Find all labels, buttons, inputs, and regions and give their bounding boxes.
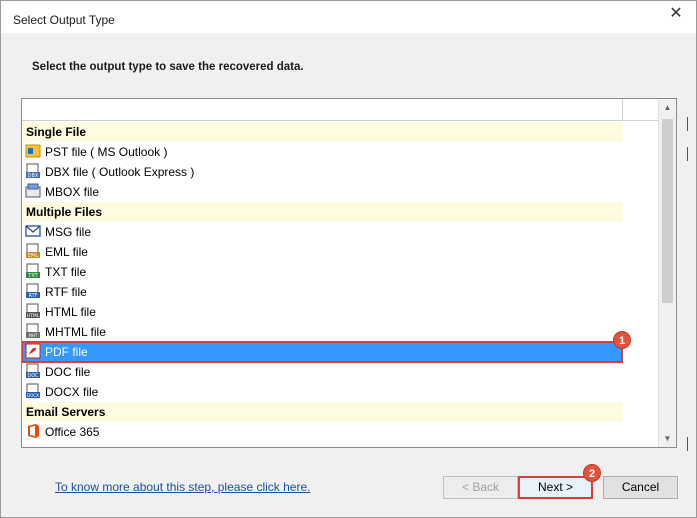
svg-text:MHT: MHT — [29, 333, 38, 338]
list-item[interactable]: Office 365 — [22, 422, 658, 442]
scrollbar-thumb[interactable] — [662, 119, 673, 303]
svg-text:TXT: TXT — [27, 273, 38, 279]
step-badge-2: 2 — [583, 464, 601, 482]
cancel-button[interactable]: Cancel — [603, 476, 678, 499]
list-item[interactable]: DOC DOC file — [22, 362, 658, 382]
svg-text:DBX: DBX — [28, 173, 39, 179]
svg-text:DOC: DOC — [27, 373, 39, 379]
list-item[interactable]: DBX DBX file ( Outlook Express ) — [22, 162, 658, 182]
txt-icon: TXT — [25, 263, 41, 279]
close-icon[interactable]: ✕ — [666, 5, 686, 25]
list-item[interactable]: DOCX DOCX file — [22, 382, 658, 402]
list-group-header: Single File — [22, 122, 623, 142]
list-item-label: MBOX file — [45, 185, 100, 199]
list-item-label: DBX file ( Outlook Express ) — [45, 165, 195, 179]
instruction-text: Select the output type to save the recov… — [32, 61, 304, 73]
list-item-label: MHTML file — [45, 325, 106, 339]
scroll-down-arrow-icon[interactable]: ▼ — [659, 430, 676, 447]
list-item[interactable]: MSG file — [22, 222, 658, 242]
list-item[interactable]: MBOX file — [22, 182, 658, 202]
column-separator — [622, 99, 623, 121]
select-output-dialog: Select Output Type ✕ Select the output t… — [0, 0, 697, 518]
list-item-label: TXT file — [45, 265, 87, 279]
list-item-label: DOC file — [45, 365, 91, 379]
list-item[interactable]: PDF file — [22, 341, 623, 363]
list-item-label: PST file ( MS Outlook ) — [45, 145, 168, 159]
list-group-header: Multiple Files — [22, 202, 623, 222]
edge-mark — [687, 147, 693, 161]
svg-text:EML: EML — [28, 253, 38, 259]
list-item[interactable]: RTF RTF file — [22, 282, 658, 302]
pdf-icon — [25, 343, 41, 359]
output-type-list[interactable]: Single File PST file ( MS Outlook ) DBX DBX… — [21, 98, 677, 448]
window-title: Select Output Type — [13, 13, 115, 27]
list-item[interactable]: EML EML file — [22, 242, 658, 262]
pst-icon — [25, 143, 41, 159]
list-item[interactable]: PST file ( MS Outlook ) — [22, 142, 658, 162]
help-link[interactable]: To know more about this step, please cli… — [55, 480, 310, 494]
doc-icon: DOC — [25, 363, 41, 379]
list-item-label: EML file — [45, 245, 88, 259]
list-item[interactable]: HTML HTML file — [22, 302, 658, 322]
list-header — [22, 99, 658, 121]
html-icon: HTML — [25, 303, 41, 319]
msg-icon — [25, 223, 41, 239]
list-rows: Single File PST file ( MS Outlook ) DBX DBX… — [22, 122, 658, 442]
list-item-label: PDF file — [45, 345, 88, 359]
list-item-label: MSG file — [45, 225, 92, 239]
svg-text:HTML: HTML — [27, 313, 40, 319]
list-item-label: HTML file — [45, 305, 96, 319]
list-item-label: Office 365 — [45, 425, 100, 439]
svg-text:DOCX: DOCX — [27, 393, 39, 398]
office365-icon — [25, 423, 41, 439]
edge-mark — [687, 437, 693, 451]
step-badge-1: 1 — [613, 331, 631, 349]
mhtml-icon: MHT — [25, 323, 41, 339]
svg-text:RTF: RTF — [28, 293, 37, 299]
vertical-scrollbar[interactable]: ▲ ▼ — [658, 99, 676, 447]
rtf-icon: RTF — [25, 283, 41, 299]
list-item[interactable]: MHT MHTML file — [22, 322, 658, 342]
list-item[interactable]: TXT TXT file — [22, 262, 658, 282]
edge-mark — [687, 117, 693, 131]
eml-icon: EML — [25, 243, 41, 259]
list-item-label: RTF file — [45, 285, 87, 299]
list-group-header: Email Servers — [22, 402, 623, 422]
mbox-icon — [25, 183, 41, 199]
dbx-icon: DBX — [25, 163, 41, 179]
list-item-label: DOCX file — [45, 385, 99, 399]
back-button[interactable]: < Back — [443, 476, 518, 499]
scroll-up-arrow-icon[interactable]: ▲ — [659, 99, 676, 116]
docx-icon: DOCX — [25, 383, 41, 399]
next-button[interactable]: Next > — [518, 476, 593, 499]
title-bar: Select Output Type ✕ — [1, 1, 696, 33]
